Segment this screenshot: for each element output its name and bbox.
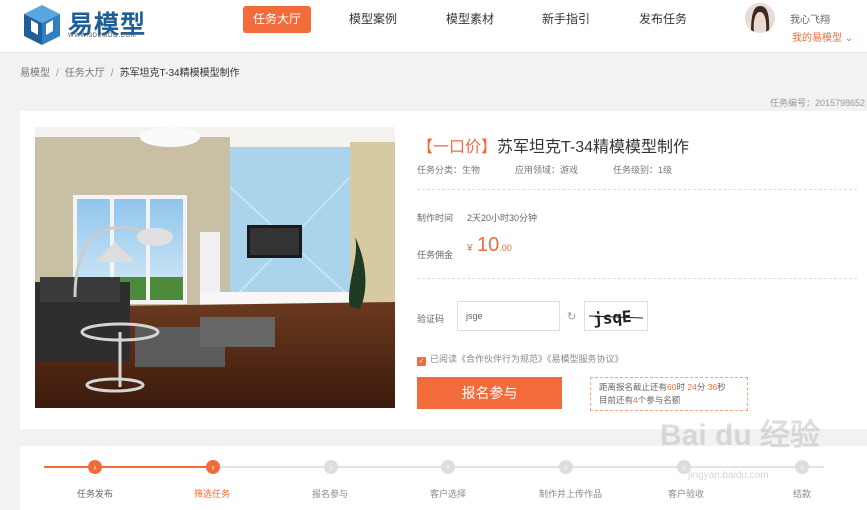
step-label: 制作并上传作品	[539, 489, 603, 499]
deadline-prefix: 距离报名截止还有	[599, 382, 668, 392]
watermark: Bai du 经验	[660, 419, 821, 452]
agreement-text: 已阅读《合作伙伴行为规范》《易模型服务协议》	[430, 354, 624, 364]
checkbox-checked-icon[interactable]: ✓	[417, 357, 426, 366]
step-label: 客户验收	[668, 489, 705, 499]
task-field: 应用领域：游戏	[515, 165, 579, 175]
captcha-distorted-text-icon: jsqE	[588, 307, 644, 329]
step-label: 客户选择	[430, 489, 467, 499]
breadcrumb-task-hall[interactable]: 任务大厅	[65, 68, 105, 79]
my-account-menu[interactable]: 我的易模型 ⌄	[792, 29, 853, 44]
task-title-text: 苏军坦克T-34精模模型制作	[497, 139, 690, 156]
watermark-url: jingyan.baidu.com	[688, 470, 769, 481]
breadcrumb-separator: /	[56, 68, 59, 79]
task-cover-image	[35, 127, 395, 408]
step-line-pending	[214, 466, 824, 468]
user-name[interactable]: 我心飞翔	[790, 11, 830, 26]
step-line-done	[44, 466, 214, 468]
avatar-photo-icon	[745, 3, 775, 33]
nav-model-assets[interactable]: 模型素材	[446, 6, 494, 33]
step-done-icon: ›	[88, 460, 102, 474]
price-label: 任务佣金	[417, 250, 454, 260]
price-integer: 10	[477, 234, 500, 256]
task-category: 任务分类：生物	[417, 165, 481, 175]
deadline-seconds-unit: 秒	[717, 382, 726, 392]
my-account-label: 我的易模型	[792, 33, 842, 44]
deadline-minutes-unit: 分	[696, 382, 706, 392]
step-label: 筛选任务	[194, 489, 231, 499]
step-done-icon: ›	[206, 460, 220, 474]
breadcrumb-home[interactable]: 易模型	[20, 68, 50, 79]
breadcrumb-separator: /	[110, 68, 114, 79]
task-detail-card: 【一口价】苏军坦克T-34精模模型制作 任务分类：生物 应用领域：游戏 任务级别…	[20, 111, 867, 429]
deadline-seconds: 36	[707, 382, 718, 392]
step-pending-icon: ›	[559, 460, 573, 474]
task-title: 【一口价】苏军坦克T-34精模模型制作	[417, 133, 689, 157]
currency-symbol: ¥	[467, 243, 473, 254]
nav-publish-task[interactable]: 发布任务	[639, 6, 687, 33]
cube-logo-icon	[24, 5, 60, 45]
breadcrumb: 易模型 / 任务大厅 / 苏军坦克T-34精模模型制作	[20, 64, 240, 79]
refresh-icon[interactable]: ↻	[567, 310, 576, 323]
site-logo[interactable]: 易模型 WWW.3DEMOO.COM	[20, 3, 170, 47]
avatar[interactable]	[745, 3, 775, 33]
captcha-image[interactable]: jsqE	[584, 301, 648, 331]
task-price: ¥ 10.00	[467, 234, 512, 257]
nav-model-cases[interactable]: 模型案例	[349, 6, 397, 33]
slots-suffix: 个参与名额	[637, 395, 681, 405]
nav-task-hall[interactable]: 任务大厅	[243, 6, 312, 33]
step-label: 任务发布	[77, 489, 114, 499]
deadline-box: 距离报名截止还有60时 24分 36秒 目前还有4个参与名额	[590, 377, 748, 411]
step-pending-icon: ›	[324, 460, 338, 474]
divider	[417, 278, 857, 279]
breadcrumb-current: 苏军坦克T-34精模模型制作	[119, 68, 240, 79]
captcha-input[interactable]: jsge	[457, 301, 560, 331]
step-pending-icon: ›	[441, 460, 455, 474]
signup-button[interactable]: 报名参与	[417, 377, 562, 409]
captcha-label: 验证码	[417, 314, 445, 324]
deadline-minutes: 24	[687, 382, 697, 392]
step-label: 结款	[793, 489, 812, 499]
price-decimal: .00	[499, 243, 512, 253]
slots-prefix: 目前还有	[599, 395, 634, 405]
deadline-line: 距离报名截止还有60时 24分 36秒	[599, 381, 739, 394]
time-value: 2天20小时30分钟	[467, 213, 538, 223]
divider	[417, 189, 857, 190]
deadline-hours-unit: 时	[676, 382, 685, 392]
fixed-price-tag: 【一口价】	[417, 139, 498, 156]
slots-line: 目前还有4个参与名额	[599, 394, 739, 407]
logo-url: WWW.3DEMOO.COM	[68, 33, 137, 39]
living-room-render-image	[35, 127, 395, 408]
agreement-row[interactable]: ✓ 已阅读《合作伙伴行为规范》《易模型服务协议》	[417, 352, 624, 366]
task-number: 任务编号：2015798652	[769, 98, 865, 108]
time-label: 制作时间	[417, 213, 454, 223]
task-level: 任务级别：1级	[613, 165, 673, 175]
top-header: 易模型 WWW.3DEMOO.COM 任务大厅 模型案例 模型素材 新手指引 发…	[0, 0, 867, 53]
nav-beginner-guide[interactable]: 新手指引	[542, 6, 590, 33]
step-label: 报名参与	[312, 489, 349, 499]
step-pending-icon: ›	[795, 460, 809, 474]
chevron-down-icon: ⌄	[844, 33, 854, 44]
